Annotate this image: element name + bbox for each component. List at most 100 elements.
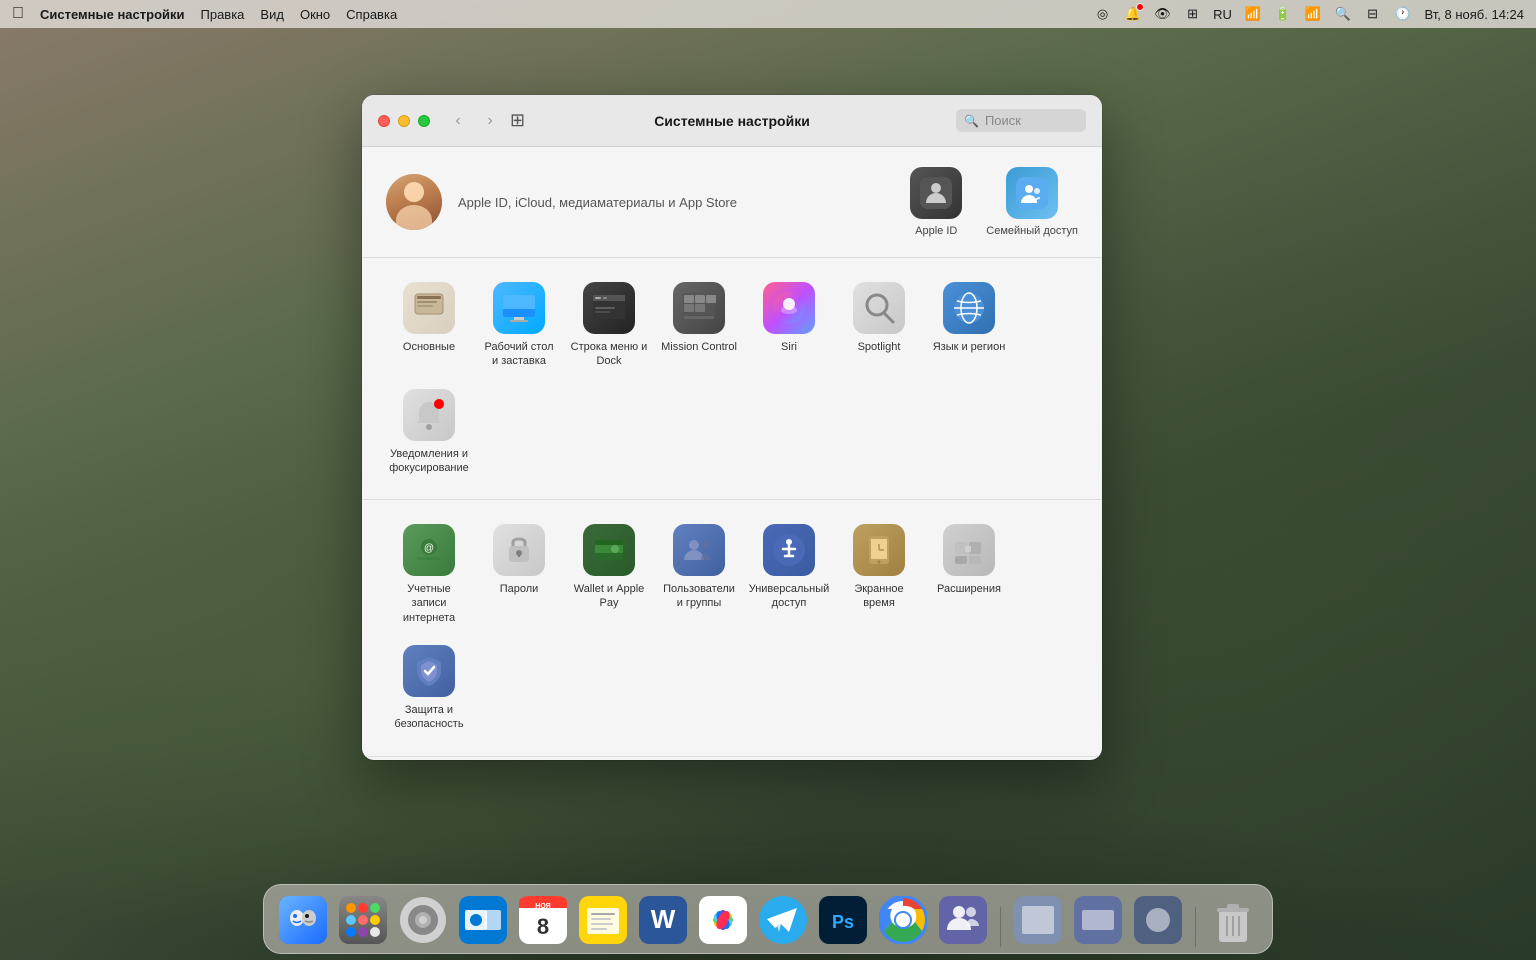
item-mission[interactable]: Mission Control [656, 274, 742, 377]
language-icon [943, 282, 995, 334]
profile-section[interactable]: Apple ID, iCloud, медиаматериалы и App S… [362, 147, 1102, 258]
dock-chrome[interactable] [876, 893, 930, 947]
avatar[interactable] [386, 174, 442, 230]
search-menu-icon[interactable]: 🔍 [1335, 6, 1351, 22]
dock-word[interactable]: W [636, 893, 690, 947]
search-box[interactable]: 🔍 Поиск [956, 109, 1086, 132]
notifications-icon [403, 389, 455, 441]
dock: 8 НОЯ W [263, 884, 1273, 954]
maximize-button[interactable] [418, 115, 430, 127]
item-menubar[interactable]: Строка меню и Dock [566, 274, 652, 377]
dock-launchpad[interactable] [336, 893, 390, 947]
wifi-icon[interactable]: 📶 [1305, 6, 1321, 22]
menubar-label: Строка меню и Dock [570, 340, 648, 369]
dock-trash[interactable] [1206, 893, 1260, 947]
item-accessibility[interactable]: Универсальный доступ [746, 516, 832, 633]
item-notifications[interactable]: Уведомления и фокусирование [386, 381, 472, 484]
section-network: Обновление ПО Сеть [362, 757, 1102, 760]
dock-photos[interactable] [696, 893, 750, 947]
dock-teams[interactable] [936, 893, 990, 947]
back-button[interactable]: ‹ [446, 109, 470, 133]
family-icon-item[interactable]: Семейный доступ [986, 167, 1078, 237]
clock-icon: 🕐 [1395, 6, 1411, 22]
svg-text:Ps: Ps [832, 912, 854, 932]
item-internet[interactable]: @ Учетные записи интернета [386, 516, 472, 633]
svg-text:@: @ [424, 543, 434, 554]
menu-view[interactable]: Вид [260, 7, 284, 22]
dock-divider-2 [1195, 907, 1196, 947]
close-button[interactable] [378, 115, 390, 127]
users-icon [673, 524, 725, 576]
dock-finder[interactable] [276, 893, 330, 947]
dock-app1[interactable] [1011, 893, 1065, 947]
search-icon: 🔍 [964, 114, 979, 128]
dock-notes[interactable] [576, 893, 630, 947]
dock-system-prefs[interactable] [396, 893, 450, 947]
internet-icon: @ [403, 524, 455, 576]
screentime-label: Экранное время [840, 582, 918, 611]
bluetooth-menu-icon[interactable]: 📶 [1245, 6, 1261, 22]
item-security[interactable]: Защита и безопасность [386, 637, 472, 740]
menu-window[interactable]: Окно [300, 7, 330, 22]
desktop:  Системные настройки Правка Вид Окно Сп… [0, 0, 1536, 960]
item-language[interactable]: Язык и регион [926, 274, 1012, 377]
items-grid-1: Основные Рабочий стол и заставка [386, 274, 1078, 483]
item-siri[interactable]: Siri [746, 274, 832, 377]
menubar-time: Вт, 8 нояб. 14:24 [1425, 7, 1524, 22]
wallet-label: Wallet и Apple Pay [570, 582, 648, 611]
battery-menu-icon[interactable]: 🔋 [1275, 6, 1291, 22]
desktop-label: Рабочий стол и заставка [480, 340, 558, 369]
search-placeholder: Поиск [985, 113, 1021, 128]
forward-button[interactable]: › [478, 109, 502, 133]
section-general: Основные Рабочий стол и заставка [362, 258, 1102, 500]
passwords-label: Пароли [500, 582, 539, 596]
item-users[interactable]: Пользователи и группы [656, 516, 742, 633]
spotlight-label: Spotlight [858, 340, 901, 354]
spotlight-icon [853, 282, 905, 334]
mission-label: Mission Control [661, 340, 737, 354]
menu-help[interactable]: Справка [346, 7, 397, 22]
apple-menu-icon[interactable]:  [12, 5, 24, 23]
minimize-button[interactable] [398, 115, 410, 127]
location-icon: ◎ [1095, 6, 1111, 22]
content-area: Apple ID, iCloud, медиаматериалы и App S… [362, 147, 1102, 760]
svg-text:НОЯ: НОЯ [535, 903, 550, 910]
users-label: Пользователи и группы [660, 582, 738, 611]
screen-icon[interactable]: ⊟ [1365, 6, 1381, 22]
dock-telegram[interactable] [756, 893, 810, 947]
svg-text:8: 8 [537, 914, 549, 939]
item-general[interactable]: Основные [386, 274, 472, 377]
language-icon[interactable]: RU [1215, 6, 1231, 22]
security-label: Защита и безопасность [390, 703, 468, 732]
titlebar: ‹ › ⊞ Системные настройки 🔍 Поиск [362, 95, 1102, 147]
mission-icon [673, 282, 725, 334]
dock-photoshop[interactable]: Ps [816, 893, 870, 947]
grid-view-button[interactable]: ⊞ [510, 110, 525, 131]
dock-app3[interactable] [1131, 893, 1185, 947]
dock-calendar[interactable]: 8 НОЯ [516, 893, 570, 947]
internet-label: Учетные записи интернета [390, 582, 468, 625]
apple-id-label: Apple ID [915, 225, 957, 237]
app-name[interactable]: Системные настройки [40, 7, 185, 22]
item-desktop[interactable]: Рабочий стол и заставка [476, 274, 562, 377]
wallet-icon [583, 524, 635, 576]
item-wallet[interactable]: Wallet и Apple Pay [566, 516, 652, 633]
menu-edit[interactable]: Правка [201, 7, 245, 22]
item-extensions[interactable]: Расширения [926, 516, 1012, 633]
general-icon [403, 282, 455, 334]
apple-id-icon-item[interactable]: Apple ID [910, 167, 962, 237]
item-spotlight[interactable]: Spotlight [836, 274, 922, 377]
item-passwords[interactable]: Пароли [476, 516, 562, 633]
dock-outlook[interactable] [456, 893, 510, 947]
language-label: Язык и регион [933, 340, 1006, 354]
notification-icon[interactable]: 🔔 [1125, 6, 1141, 22]
music-icon[interactable]: ⊞ [1185, 6, 1201, 22]
accessibility-label: Универсальный доступ [749, 582, 830, 611]
items-grid-2: @ Учетные записи интернета [386, 516, 1078, 739]
avatar-image [386, 174, 442, 230]
extensions-label: Расширения [937, 582, 1001, 596]
notifications-label: Уведомления и фокусирование [389, 447, 469, 476]
item-screentime[interactable]: Экранное время [836, 516, 922, 633]
dock-app2[interactable] [1071, 893, 1125, 947]
extensions-icon [943, 524, 995, 576]
